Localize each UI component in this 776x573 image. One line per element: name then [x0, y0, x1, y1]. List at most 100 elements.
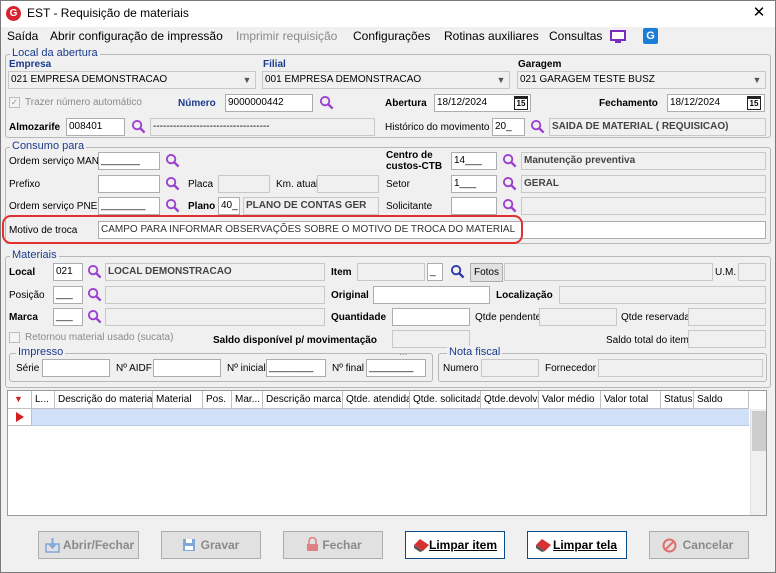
- g-app-icon[interactable]: G: [643, 28, 658, 44]
- serie-input[interactable]: [42, 359, 110, 377]
- table-row[interactable]: [32, 409, 749, 426]
- um-label: U.M.: [715, 267, 737, 278]
- centro-custos-code-input[interactable]: 14___: [451, 152, 497, 170]
- search-icon[interactable]: [87, 264, 102, 279]
- qtde-reservada-label: Qtde reservada: [621, 312, 690, 323]
- monitor-icon[interactable]: [610, 30, 626, 44]
- setor-code-input[interactable]: 1___: [451, 175, 497, 193]
- os-man-input[interactable]: _______: [98, 152, 160, 170]
- search-icon[interactable]: [502, 153, 517, 168]
- plano-label: Plano: [188, 201, 216, 212]
- calendar-icon[interactable]: 15: [514, 96, 528, 110]
- numero-input[interactable]: 9000000442: [225, 94, 313, 112]
- search-icon[interactable]: [530, 119, 545, 134]
- abrir-fechar-label: Abrir/Fechar: [62, 538, 135, 552]
- grid-header-descricao-material[interactable]: Descrição do material: [55, 391, 153, 409]
- fotos-button[interactable]: Fotos: [470, 263, 503, 282]
- menu-rotinas-auxiliares[interactable]: Rotinas auxiliares: [444, 29, 539, 43]
- prefixo-input[interactable]: [98, 175, 160, 193]
- grid-header-valor-total[interactable]: Valor total: [601, 391, 661, 409]
- garagem-select[interactable]: 021 GARAGEM TESTE BUSZ: [517, 71, 766, 89]
- menu-abrir-config-impressao[interactable]: Abrir configuração de impressão: [50, 29, 223, 43]
- menu-consultas[interactable]: Consultas: [549, 29, 602, 43]
- centro-custos-label-1: Centro de: [386, 150, 433, 161]
- garagem-label: Garagem: [518, 59, 562, 70]
- solicitante-code-input[interactable]: [451, 197, 497, 215]
- close-button[interactable]: ✕: [747, 3, 771, 23]
- setor-name: GERAL: [521, 175, 766, 193]
- chevron-down-icon[interactable]: ▼: [239, 72, 255, 88]
- calendar-icon[interactable]: 15: [747, 96, 761, 110]
- lock-icon: [307, 537, 318, 551]
- grid-header-marca[interactable]: Mar...: [232, 391, 263, 409]
- search-icon[interactable]: [502, 198, 517, 213]
- plano-code-input[interactable]: 40_: [218, 197, 240, 215]
- materiais-legend: Materiais: [10, 249, 59, 261]
- grid-header-qtde-devolv[interactable]: Qtde.devolv.: [481, 391, 539, 409]
- nfinal-label: Nº final: [332, 363, 364, 374]
- item-label: Item: [331, 267, 352, 278]
- posicao-input[interactable]: ___: [53, 286, 83, 304]
- search-icon[interactable]: [165, 198, 180, 213]
- fornecedor-label: Fornecedor: [545, 363, 597, 374]
- placa-label: Placa: [188, 179, 214, 190]
- menu-configuracoes[interactable]: Configurações: [353, 29, 430, 43]
- limpar-item-button[interactable]: Limpar item: [405, 531, 505, 559]
- historico-code-input[interactable]: 20_: [492, 118, 525, 136]
- quantidade-input[interactable]: [392, 308, 470, 326]
- grid-header-saldo[interactable]: Saldo: [694, 391, 749, 409]
- chevron-down-icon[interactable]: ▼: [493, 72, 509, 88]
- original-input[interactable]: [373, 286, 490, 304]
- gravar-button[interactable]: Gravar: [161, 531, 261, 559]
- localizacao-label: Localização: [496, 290, 553, 301]
- search-icon[interactable]: [450, 264, 465, 279]
- item-input[interactable]: [357, 263, 425, 281]
- abrir-fechar-button[interactable]: Abrir/Fechar: [38, 531, 139, 559]
- search-icon[interactable]: [131, 119, 146, 134]
- nfinal-input[interactable]: ________: [366, 359, 426, 377]
- grid-header-material[interactable]: Material: [153, 391, 203, 409]
- sort-arrow-icon[interactable]: ▼: [8, 391, 32, 409]
- search-icon[interactable]: [502, 176, 517, 191]
- search-icon[interactable]: [319, 95, 334, 110]
- grid-header-status[interactable]: Status: [661, 391, 694, 409]
- materiais-grid[interactable]: ▼ L... Descrição do material Material Po…: [7, 390, 767, 516]
- menu-saida[interactable]: Saída: [7, 29, 38, 43]
- marca-label: Marca: [9, 312, 38, 323]
- empresa-select[interactable]: 021 EMPRESA DEMONSTRACAO: [8, 71, 256, 89]
- search-icon[interactable]: [165, 153, 180, 168]
- search-icon[interactable]: [165, 176, 180, 191]
- chevron-down-icon[interactable]: ▼: [749, 72, 765, 88]
- filial-select[interactable]: 001 EMPRESA DEMONSTRACAO: [262, 71, 510, 89]
- fechar-button[interactable]: Fechar: [283, 531, 383, 559]
- trazer-numero-checkbox[interactable]: ✓: [9, 97, 20, 108]
- grid-header-qtde-solicitada[interactable]: Qtde. solicitada: [410, 391, 481, 409]
- marca-name: [105, 308, 325, 326]
- nf-numero-label: Numero: [443, 363, 479, 374]
- search-icon[interactable]: [87, 287, 102, 302]
- grid-header-valor-medio[interactable]: Valor médio: [539, 391, 601, 409]
- ninicial-input[interactable]: ________: [266, 359, 326, 377]
- grid-header-l[interactable]: L...: [32, 391, 55, 409]
- vertical-scrollbar[interactable]: [750, 409, 766, 515]
- item-suffix-input[interactable]: _: [427, 263, 443, 281]
- menu-imprimir-requisicao[interactable]: Imprimir requisição: [236, 29, 337, 43]
- requisicao-window: G EST - Requisição de materiais ✕ Saída …: [0, 0, 776, 573]
- grid-header-pos[interactable]: Pos.: [203, 391, 232, 409]
- abertura-label: Abertura: [385, 98, 427, 109]
- marca-input[interactable]: ___: [53, 308, 83, 326]
- grid-header-descricao-marca[interactable]: Descrição marca: [263, 391, 343, 409]
- almoxarife-code-input[interactable]: 008401: [66, 118, 125, 136]
- aidf-input[interactable]: [153, 359, 221, 377]
- local-code-input[interactable]: 021: [53, 263, 83, 281]
- search-icon[interactable]: [87, 309, 102, 324]
- limpar-tela-button[interactable]: Limpar tela: [527, 531, 627, 559]
- scrollbar-thumb[interactable]: [752, 411, 766, 451]
- retornou-checkbox[interactable]: [9, 332, 20, 343]
- nf-numero-field: [481, 359, 539, 377]
- ninicial-label: Nº inicial: [227, 363, 266, 374]
- os-pne-input[interactable]: ________: [98, 197, 160, 215]
- grid-header-qtde-atendida[interactable]: Qtde. atendida: [343, 391, 410, 409]
- cancelar-button[interactable]: Cancelar: [649, 531, 749, 559]
- window-title: EST - Requisição de materiais: [27, 6, 189, 20]
